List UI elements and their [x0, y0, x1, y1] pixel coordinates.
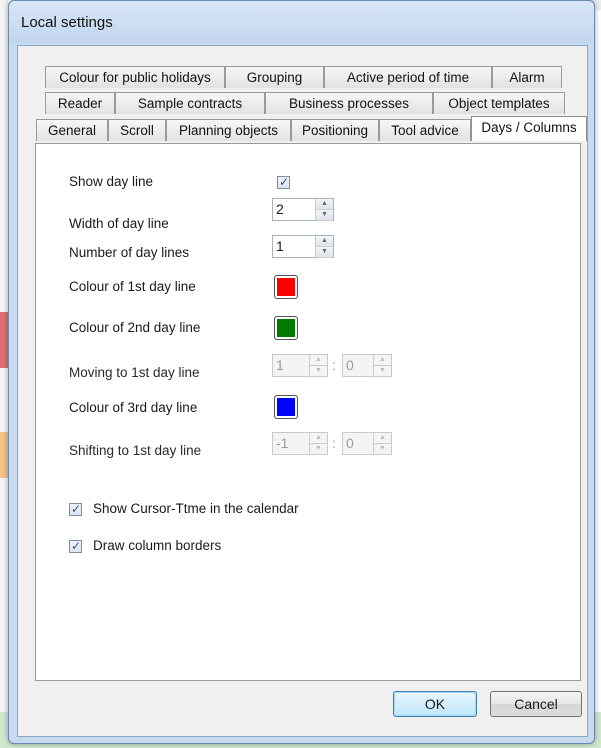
show-day-line-label: Show day line	[69, 174, 154, 189]
checkmark-icon: ✓	[279, 175, 290, 189]
dialog-title: Local settings	[21, 14, 113, 31]
spin-down-icon[interactable]: ▼	[374, 366, 391, 377]
tab-tool-advice[interactable]: Tool advice	[379, 119, 471, 141]
tab-planning-objects[interactable]: Planning objects	[166, 119, 291, 141]
colour-2nd-day-line-swatch[interactable]	[274, 316, 298, 340]
number-of-day-lines-label: Number of day lines	[69, 245, 190, 260]
tab-days-columns[interactable]: Days / Columns	[471, 116, 587, 141]
spin-up-icon[interactable]: ▲	[316, 236, 333, 247]
width-of-day-line-value: 2	[276, 201, 284, 217]
spin-down-icon[interactable]: ▼	[316, 210, 333, 221]
tab-alarm[interactable]: Alarm	[492, 66, 562, 88]
tab-scroll[interactable]: Scroll	[108, 119, 166, 141]
shifting-hours-value: -1	[276, 435, 289, 451]
tab-object-templates[interactable]: Object templates	[433, 92, 565, 114]
width-of-day-line-spinner[interactable]: 2 ▲ ▼	[272, 198, 334, 221]
spin-up-icon[interactable]: ▲	[310, 355, 327, 366]
colour-2nd-day-line-label: Colour of 2nd day line	[69, 320, 201, 335]
background-app-edge	[0, 0, 8, 748]
shifting-minutes-spinner[interactable]: 0 ▲ ▼	[342, 432, 392, 455]
moving-hours-spinner[interactable]: 1 ▲ ▼	[272, 354, 328, 377]
time-separator: :	[332, 435, 336, 451]
time-separator: :	[332, 357, 336, 373]
spin-down-icon[interactable]: ▼	[374, 444, 391, 455]
shifting-minutes-value: 0	[346, 435, 354, 451]
colour-3rd-day-line-label: Colour of 3rd day line	[69, 400, 198, 415]
shifting-1st-day-line-label: Shifting to 1st day line	[69, 443, 202, 458]
tab-grouping[interactable]: Grouping	[225, 66, 324, 88]
tab-business-processes[interactable]: Business processes	[265, 92, 433, 114]
tab-colour-public-holidays[interactable]: Colour for public holidays	[45, 66, 225, 88]
tab-general[interactable]: General	[36, 119, 108, 141]
moving-minutes-spinner[interactable]: 0 ▲ ▼	[342, 354, 392, 377]
draw-column-borders-checkbox[interactable]: ✓	[69, 539, 82, 553]
checkmark-icon: ✓	[71, 502, 82, 516]
ok-button[interactable]: OK	[393, 691, 477, 717]
colour-3rd-day-line-swatch[interactable]	[274, 395, 298, 419]
spin-up-icon[interactable]: ▲	[310, 433, 327, 444]
days-columns-panel: Show day line ✓ Width of day line 2 ▲ ▼ N…	[35, 143, 581, 681]
number-of-day-lines-spinner[interactable]: 1 ▲ ▼	[272, 235, 334, 258]
spin-up-icon[interactable]: ▲	[316, 199, 333, 210]
cancel-button[interactable]: Cancel	[490, 691, 582, 717]
spin-up-icon[interactable]: ▲	[374, 433, 391, 444]
colour-1st-day-line-label: Colour of 1st day line	[69, 279, 196, 294]
dialog-titlebar[interactable]: Local settings	[9, 1, 594, 43]
spin-up-icon[interactable]: ▲	[374, 355, 391, 366]
moving-hours-value: 1	[276, 357, 284, 373]
tab-active-period[interactable]: Active period of time	[324, 66, 492, 88]
shifting-hours-spinner[interactable]: -1 ▲ ▼	[272, 432, 328, 455]
show-day-line-checkbox[interactable]: ✓	[277, 175, 290, 189]
tab-sample-contracts[interactable]: Sample contracts	[115, 92, 265, 114]
background-orange-marker	[0, 432, 8, 478]
moving-minutes-value: 0	[346, 357, 354, 373]
tab-positioning[interactable]: Positioning	[291, 119, 379, 141]
tab-reader[interactable]: Reader	[45, 92, 115, 114]
spin-down-icon[interactable]: ▼	[310, 366, 327, 377]
colour-1st-day-line-swatch[interactable]	[274, 275, 298, 299]
background-red-marker	[0, 312, 8, 368]
draw-column-borders-label: Draw column borders	[93, 538, 222, 553]
number-of-day-lines-value: 1	[276, 238, 284, 254]
moving-1st-day-line-label: Moving to 1st day line	[69, 365, 200, 380]
show-cursor-time-checkbox[interactable]: ✓	[69, 502, 82, 516]
local-settings-dialog: Local settings Colour for public holiday…	[8, 0, 595, 744]
show-cursor-time-label: Show Cursor-Ttme in the calendar	[93, 501, 299, 516]
width-of-day-line-label: Width of day line	[69, 216, 169, 231]
spin-down-icon[interactable]: ▼	[316, 247, 333, 258]
checkmark-icon: ✓	[71, 539, 82, 553]
spin-down-icon[interactable]: ▼	[310, 444, 327, 455]
